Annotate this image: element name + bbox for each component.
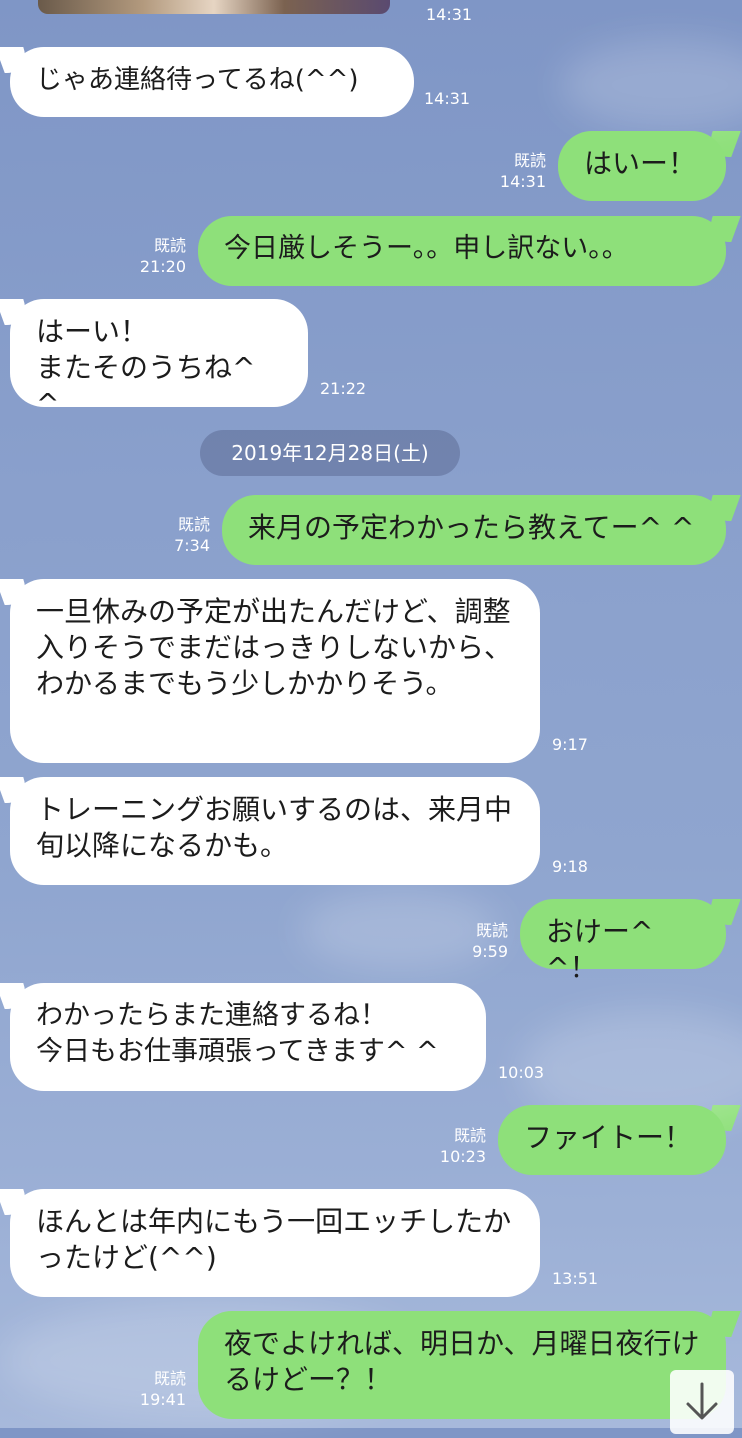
arrow-down-icon	[686, 1382, 718, 1420]
timestamp: 9:18	[552, 857, 588, 876]
timestamp: 7:34	[174, 536, 210, 555]
read-receipt: 既読	[513, 151, 546, 170]
timestamp: 21:20	[139, 257, 186, 276]
timestamp: 10:03	[498, 1063, 545, 1082]
incoming-message[interactable]: わかったらまた連絡するね！ 今日もお仕事頑張ってきます^ ^	[10, 983, 486, 1091]
read-receipt: 既読	[153, 236, 186, 255]
timestamp: 14:31	[499, 172, 546, 191]
read-receipt: 既読	[177, 515, 210, 534]
outgoing-message[interactable]: 今日厳しそうー。。申し訳ない。。	[198, 216, 726, 286]
read-receipt: 既読	[453, 1126, 486, 1145]
timestamp: 13:51	[552, 1269, 599, 1288]
scroll-to-bottom-button[interactable]	[670, 1370, 734, 1434]
timestamp: 14:31	[424, 89, 471, 108]
incoming-message[interactable]: トレーニングお願いするのは、来月中旬以降になるかも。	[10, 777, 540, 885]
timestamp: 9:59	[472, 942, 508, 961]
read-receipt: 既読	[153, 1369, 186, 1388]
incoming-message[interactable]: ほんとは年内にもう一回エッチしたかったけど(^^)	[10, 1189, 540, 1297]
date-separator: 2019年12月28日(土)	[200, 430, 460, 476]
timestamp: 9:17	[552, 735, 588, 754]
timestamp: 10:23	[439, 1147, 486, 1166]
outgoing-message[interactable]: はいー！	[558, 131, 726, 201]
read-receipt: 既読	[475, 921, 508, 940]
outgoing-message[interactable]: 夜でよければ、明日か、月曜日夜行けるけどー？！	[198, 1311, 726, 1419]
incoming-message[interactable]: じゃあ連絡待ってるね(^^)	[10, 47, 414, 117]
timestamp: 14:31	[426, 5, 473, 24]
outgoing-message[interactable]: ファイトー！	[498, 1105, 726, 1175]
timestamp: 21:22	[320, 379, 367, 398]
outgoing-message[interactable]: 来月の予定わかったら教えてー^ ^	[222, 495, 726, 565]
incoming-message[interactable]: 一旦休みの予定が出たんだけど、調整入りそうでまだはっきりしないから、わかるまでも…	[10, 579, 540, 763]
shared-image-thumbnail[interactable]	[38, 0, 390, 14]
timestamp: 19:41	[139, 1390, 186, 1409]
outgoing-message[interactable]: おけー^ ^！	[520, 899, 726, 984]
incoming-message[interactable]: はーい！ またそのうちね^ ^	[10, 299, 308, 420]
